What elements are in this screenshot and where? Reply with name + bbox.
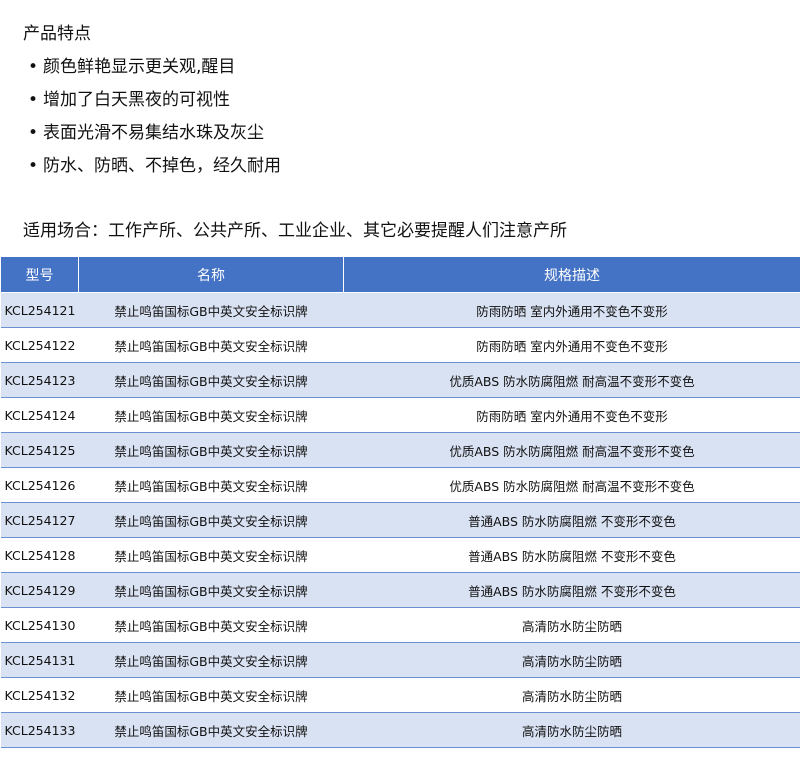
feature-item: • 表面光滑不易集结水珠及灰尘 xyxy=(23,117,281,150)
cell-name: 禁止鸣笛国标GB中英文安全标识牌 xyxy=(78,537,344,573)
cell-name: 禁止鸣笛国标GB中英文安全标识牌 xyxy=(78,502,344,538)
cell-model: KCL254130 xyxy=(0,607,79,643)
features-section: 产品特点 • 颜色鲜艳显示更关观,醒目 • 增加了白天黑夜的可视性 • 表面光滑不易集… xyxy=(23,18,281,183)
cell-model: KCL254126 xyxy=(0,467,79,503)
features-heading: 产品特点 xyxy=(23,24,91,44)
table-row: KCL254132 禁止鸣笛国标GB中英文安全标识牌 高清防水防尘防晒 xyxy=(0,677,800,713)
cell-model: KCL254133 xyxy=(0,712,79,748)
feature-text: 增加了白天黑夜的可视性 xyxy=(43,90,230,110)
bullet-icon: • xyxy=(27,90,39,110)
bullet-icon: • xyxy=(27,156,39,176)
cell-model: KCL254132 xyxy=(0,677,79,713)
cell-model: KCL254127 xyxy=(0,502,79,538)
cell-spec: 优质ABS 防水防腐阻燃 耐高温不变形不变色 xyxy=(343,362,800,398)
cell-model: KCL254124 xyxy=(0,397,79,433)
usage-text: 适用场合：工作产所、公共产所、工业企业、其它必要提醒人们注意产所 xyxy=(23,221,567,241)
cell-spec: 优质ABS 防水防腐阻燃 耐高温不变形不变色 xyxy=(343,467,800,503)
table-row: KCL254121 禁止鸣笛国标GB中英文安全标识牌 防雨防晒 室内外通用不变色不变… xyxy=(0,292,800,328)
cell-spec: 防雨防晒 室内外通用不变色不变形 xyxy=(343,327,800,363)
cell-spec: 防雨防晒 室内外通用不变色不变形 xyxy=(343,292,800,328)
cell-name: 禁止鸣笛国标GB中英文安全标识牌 xyxy=(78,642,344,678)
cell-name: 禁止鸣笛国标GB中英文安全标识牌 xyxy=(78,292,344,328)
header-spec: 规格描述 xyxy=(343,256,800,293)
cell-model: KCL254128 xyxy=(0,537,79,573)
features-list: • 颜色鲜艳显示更关观,醒目 • 增加了白天黑夜的可视性 • 表面光滑不易集结水珠及灰… xyxy=(23,51,281,183)
table-row: KCL254130 禁止鸣笛国标GB中英文安全标识牌 高清防水防尘防晒 xyxy=(0,607,800,643)
cell-name: 禁止鸣笛国标GB中英文安全标识牌 xyxy=(78,677,344,713)
cell-spec: 高清防水防尘防晒 xyxy=(343,607,800,643)
cell-model: KCL254121 xyxy=(0,292,79,328)
feature-text: 防水、防晒、不掉色，经久耐用 xyxy=(43,156,281,176)
cell-name: 禁止鸣笛国标GB中英文安全标识牌 xyxy=(78,607,344,643)
cell-spec: 普通ABS 防水防腐阻燃 不变形不变色 xyxy=(343,572,800,608)
cell-model: KCL254123 xyxy=(0,362,79,398)
cell-name: 禁止鸣笛国标GB中英文安全标识牌 xyxy=(78,327,344,363)
table-row: KCL254131 禁止鸣笛国标GB中英文安全标识牌 高清防水防尘防晒 xyxy=(0,642,800,678)
cell-name: 禁止鸣笛国标GB中英文安全标识牌 xyxy=(78,432,344,468)
feature-item: • 颜色鲜艳显示更关观,醒目 xyxy=(23,51,281,84)
header-name: 名称 xyxy=(78,256,344,293)
bullet-icon: • xyxy=(27,57,39,77)
table-row: KCL254124 禁止鸣笛国标GB中英文安全标识牌 防雨防晒 室内外通用不变色不变… xyxy=(0,397,800,433)
cell-model: KCL254131 xyxy=(0,642,79,678)
table-row: KCL254123 禁止鸣笛国标GB中英文安全标识牌 优质ABS 防水防腐阻燃 耐高… xyxy=(0,362,800,398)
cell-spec: 普通ABS 防水防腐阻燃 不变形不变色 xyxy=(343,537,800,573)
table-header-row: 型号 名称 规格描述 xyxy=(0,256,800,293)
cell-model: KCL254129 xyxy=(0,572,79,608)
table-row: KCL254127 禁止鸣笛国标GB中英文安全标识牌 普通ABS 防水防腐阻燃 不变… xyxy=(0,502,800,538)
cell-name: 禁止鸣笛国标GB中英文安全标识牌 xyxy=(78,362,344,398)
table-row: KCL254133 禁止鸣笛国标GB中英文安全标识牌 高清防水防尘防晒 xyxy=(0,712,800,748)
cell-spec: 优质ABS 防水防腐阻燃 耐高温不变形不变色 xyxy=(343,432,800,468)
cell-spec: 普通ABS 防水防腐阻燃 不变形不变色 xyxy=(343,502,800,538)
cell-model: KCL254122 xyxy=(0,327,79,363)
feature-item: • 增加了白天黑夜的可视性 xyxy=(23,84,281,117)
cell-spec: 高清防水防尘防晒 xyxy=(343,642,800,678)
table-row: KCL254125 禁止鸣笛国标GB中英文安全标识牌 优质ABS 防水防腐阻燃 耐高… xyxy=(0,432,800,468)
feature-item: • 防水、防晒、不掉色，经久耐用 xyxy=(23,150,281,183)
cell-name: 禁止鸣笛国标GB中英文安全标识牌 xyxy=(78,712,344,748)
cell-name: 禁止鸣笛国标GB中英文安全标识牌 xyxy=(78,467,344,503)
cell-name: 禁止鸣笛国标GB中英文安全标识牌 xyxy=(78,572,344,608)
cell-spec: 高清防水防尘防晒 xyxy=(343,712,800,748)
table-row: KCL254128 禁止鸣笛国标GB中英文安全标识牌 普通ABS 防水防腐阻燃 不变… xyxy=(0,537,800,573)
table-row: KCL254126 禁止鸣笛国标GB中英文安全标识牌 优质ABS 防水防腐阻燃 耐高… xyxy=(0,467,800,503)
header-model: 型号 xyxy=(0,256,79,293)
spec-table: 型号 名称 规格描述 KCL254121 禁止鸣笛国标GB中英文安全标识牌 防雨防晒… xyxy=(0,256,800,748)
table-row: KCL254129 禁止鸣笛国标GB中英文安全标识牌 普通ABS 防水防腐阻燃 不变… xyxy=(0,572,800,608)
cell-name: 禁止鸣笛国标GB中英文安全标识牌 xyxy=(78,397,344,433)
bullet-icon: • xyxy=(27,123,39,143)
feature-text: 颜色鲜艳显示更关观,醒目 xyxy=(43,57,236,77)
table-body: KCL254121 禁止鸣笛国标GB中英文安全标识牌 防雨防晒 室内外通用不变色不变… xyxy=(0,292,800,748)
cell-spec: 防雨防晒 室内外通用不变色不变形 xyxy=(343,397,800,433)
cell-model: KCL254125 xyxy=(0,432,79,468)
feature-text: 表面光滑不易集结水珠及灰尘 xyxy=(43,123,264,143)
table-row: KCL254122 禁止鸣笛国标GB中英文安全标识牌 防雨防晒 室内外通用不变色不变… xyxy=(0,327,800,363)
cell-spec: 高清防水防尘防晒 xyxy=(343,677,800,713)
